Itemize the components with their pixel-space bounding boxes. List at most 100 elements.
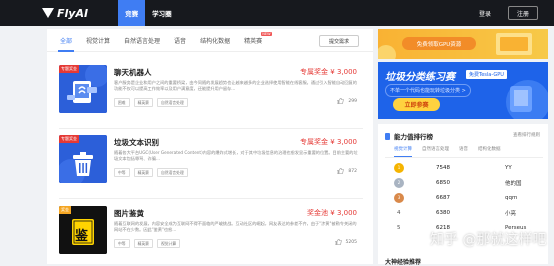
- ranking-title: 能力值排行榜: [394, 133, 433, 141]
- practice-subtitle: 免费Tesla-GPU: [466, 70, 507, 79]
- nav-tab-learning[interactable]: 学习圈: [145, 0, 179, 26]
- thumb-up-icon: [337, 168, 345, 174]
- filter-structured[interactable]: 结构化数据: [200, 29, 230, 52]
- filter-label: 结构化数据: [200, 37, 231, 45]
- ranking-rules-link[interactable]: 查看排行规则: [513, 132, 540, 138]
- filter-label: 自然语言处理: [124, 37, 161, 45]
- competition-list-panel: 全部 视觉计算 自然语言处理 语音 结构化数据 精英赛 NEW 提交需求 专题奖金…: [47, 29, 373, 264]
- gold-medal-icon: 1: [394, 162, 404, 173]
- filter-label: 语音: [174, 37, 187, 45]
- nav-tab-competition[interactable]: 竞赛: [118, 0, 146, 26]
- jian-glyph: 鉴: [75, 229, 89, 244]
- rank-score: 7548: [436, 164, 450, 171]
- tag-difficulty: 困难: [114, 98, 130, 107]
- filter-elite[interactable]: 精英赛 NEW: [244, 29, 273, 52]
- ranking-header: 能力值排行榜: [385, 131, 433, 141]
- rank-position: 5: [397, 224, 401, 231]
- rank-user: qqm: [505, 194, 518, 201]
- tag-type: 精英赛: [133, 98, 153, 107]
- rank-user: 他的国: [505, 180, 522, 187]
- task-likes: 299: [337, 98, 357, 104]
- task-prize: 奖金池 ¥ 3,000: [307, 209, 357, 217]
- rank-position: 2: [394, 177, 414, 188]
- rank-user: YY: [505, 164, 512, 171]
- practice-title: 垃圾分类练习赛: [385, 72, 455, 83]
- bronze-medal-icon: 3: [394, 192, 404, 203]
- rank-score: 6380: [436, 209, 450, 216]
- tag-category: 自然语言处理: [156, 98, 188, 107]
- filter-label: 精英赛: [244, 37, 263, 45]
- gpu-promo-button[interactable]: 免费领取GPU资源: [402, 37, 476, 50]
- task-tags: 中等 精英赛 自然语言处理: [114, 168, 192, 177]
- task-tags: 困难 精英赛 自然语言处理: [114, 98, 192, 107]
- task-thumbnail: 奖金 鉴: [59, 206, 107, 254]
- prize-badge: 奖金: [59, 206, 71, 214]
- register-button[interactable]: 注册: [508, 6, 538, 20]
- ranking-tabs: 视觉计算 自然语言处理 语音 结构化数据: [394, 146, 511, 157]
- task-thumbnail: 专题奖金: [59, 65, 107, 113]
- tag-category: 视觉计算: [156, 239, 181, 248]
- task-likes: 5205: [334, 239, 357, 245]
- task-title[interactable]: 聊天机器人: [114, 67, 152, 78]
- top-navbar: FlyAI 竞赛 学习圈 登录 注册: [0, 0, 554, 26]
- silver-medal-icon: 2: [394, 177, 404, 188]
- tag-difficulty: 中等: [114, 168, 130, 177]
- ranking-row[interactable]: 2 6850 他的国: [394, 176, 544, 189]
- rank-position: 1: [394, 162, 414, 173]
- task-description: 随着互联网的发展，内容安全成为互联网不得不面临的严峻挑战。互动社区的崛起，网友表…: [114, 221, 357, 233]
- rank-user: 小亮: [505, 210, 517, 217]
- login-link[interactable]: 登录: [479, 9, 491, 18]
- new-badge: NEW: [260, 31, 273, 36]
- task-prize: 专属奖金 ¥ 3,000: [300, 138, 357, 146]
- ranking-row[interactable]: 1 7548 YY: [394, 161, 544, 174]
- task-title[interactable]: 图片鉴黄: [114, 208, 144, 219]
- rank-score: 6687: [436, 194, 450, 201]
- practice-contest-banner[interactable]: 垃圾分类练习赛 免费Tesla-GPU 不单一个代码也能玩转垃圾分类 > 立即参…: [378, 62, 548, 119]
- rank-tab-speech[interactable]: 语音: [459, 146, 468, 157]
- trophy-icon: [385, 132, 390, 140]
- tag-category: 自然语言处理: [156, 168, 188, 177]
- task-card-spam-text[interactable]: 专题奖金 垃圾文本识别 专属奖金 ¥ 3,000 随着各大平台UGC(User …: [59, 135, 363, 195]
- rank-tab-vision[interactable]: 视觉计算: [394, 146, 412, 157]
- task-description: 随着各大平台UGC(User Generated Content)内容的爆炸式增…: [114, 150, 358, 162]
- category-filter-bar: 全部 视觉计算 自然语言处理 语音 结构化数据 精英赛 NEW 提交需求: [47, 29, 373, 52]
- tag-difficulty: 中等: [114, 239, 130, 248]
- prize-badge: 专题奖金: [59, 65, 79, 73]
- tag-type: 精英赛: [133, 168, 153, 177]
- brand-name: FlyAI: [57, 6, 89, 20]
- rank-tab-structured[interactable]: 结构化数据: [478, 146, 501, 157]
- practice-tagline: 不单一个代码也能玩转垃圾分类 >: [385, 84, 471, 97]
- rank-position: 4: [397, 209, 401, 216]
- likes-count: 299: [348, 98, 357, 104]
- task-prize: 专属奖金 ¥ 3,000: [300, 68, 357, 76]
- rank-position: 3: [394, 192, 414, 203]
- filter-speech[interactable]: 语音: [174, 29, 186, 52]
- thumb-up-icon: [334, 239, 342, 245]
- task-description: 客户服务是企业和用户之间的重要桥梁，由今同随的发展趋势也让越来越多的企业选择使用…: [114, 80, 357, 92]
- divider: [59, 128, 363, 129]
- rank-score: 6850: [436, 179, 450, 186]
- brand-logo[interactable]: FlyAI: [42, 7, 88, 20]
- watermark-text: 知乎 @那就这样吧: [430, 232, 547, 248]
- prize-badge: 专题奖金: [59, 135, 79, 143]
- task-thumbnail: 专题奖金: [59, 135, 107, 183]
- task-card-chatbot[interactable]: 专题奖金 聊天机器人 专属奖金 ¥ 3,000 客户服务是企业和用户之间的重要桥…: [59, 65, 363, 125]
- thumb-up-icon: [337, 98, 345, 104]
- gpu-promo-banner[interactable]: 免费领取GPU资源: [378, 29, 548, 59]
- ranking-row[interactable]: 4 6380 小亮: [394, 206, 544, 219]
- ranking-row[interactable]: 3 6687 qqm: [394, 191, 544, 204]
- tag-type: 精英赛: [133, 239, 153, 248]
- likes-count: 872: [348, 168, 357, 174]
- filter-label: 全部: [60, 37, 73, 45]
- task-card-image-moderation[interactable]: 奖金 鉴 图片鉴黄 奖金池 ¥ 3,000 随着互联网的发展，内容安全成为互联网…: [59, 206, 363, 266]
- logo-icon: [42, 8, 54, 18]
- filter-all[interactable]: 全部: [57, 29, 75, 52]
- task-title[interactable]: 垃圾文本识别: [114, 137, 159, 148]
- divider: [385, 157, 543, 158]
- submit-request-button[interactable]: 提交需求: [319, 35, 359, 47]
- join-contest-button[interactable]: 立即参赛: [393, 98, 440, 111]
- rank-tab-nlp[interactable]: 自然语言处理: [422, 146, 449, 157]
- filter-label: 视觉计算: [86, 37, 111, 45]
- filter-vision[interactable]: 视觉计算: [86, 29, 110, 52]
- filter-nlp[interactable]: 自然语言处理: [124, 29, 160, 52]
